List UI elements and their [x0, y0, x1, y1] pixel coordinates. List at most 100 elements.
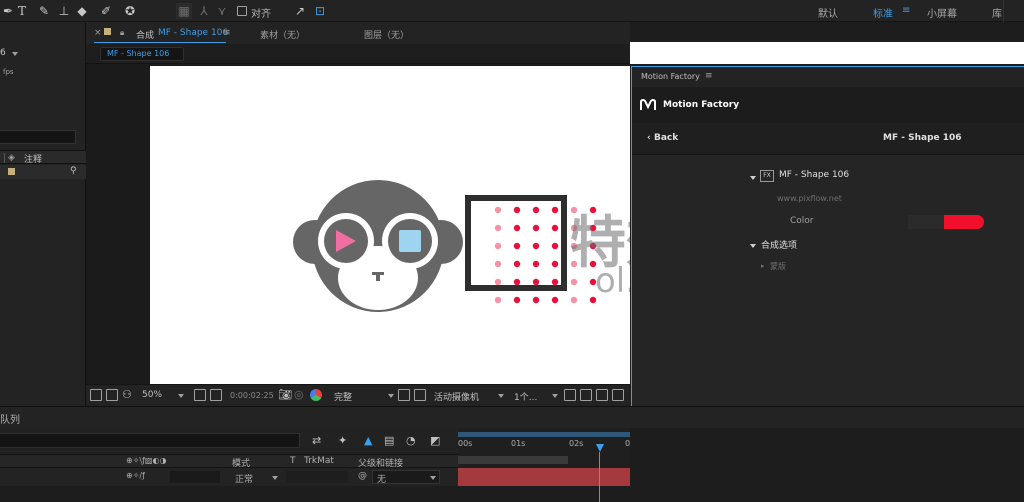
- region-of-interest-icon[interactable]: [398, 389, 410, 401]
- snap-options-icon[interactable]: ⊡: [312, 3, 328, 19]
- workspace-library[interactable]: 库: [992, 5, 1002, 20]
- time-ruler[interactable]: 00s 01s 02s 0: [458, 428, 630, 502]
- chevron-down-icon[interactable]: [552, 394, 558, 398]
- grid-dot: [494, 224, 502, 232]
- world-axis-icon[interactable]: ⅄: [196, 3, 212, 19]
- frame-blending-icon[interactable]: ▤: [384, 434, 394, 447]
- chevron-down-icon[interactable]: [272, 476, 278, 480]
- t-column[interactable]: T: [290, 456, 296, 466]
- panel-menu-icon[interactable]: ≡: [223, 28, 231, 38]
- layer-mode-select[interactable]: 正常: [235, 472, 253, 485]
- draft-3d-icon[interactable]: ✦: [338, 434, 347, 447]
- crop-icon[interactable]: [210, 389, 222, 401]
- monitor-icon[interactable]: [106, 389, 118, 401]
- layer-tab[interactable]: 图层（无）: [364, 28, 409, 41]
- chevron-down-icon[interactable]: [498, 394, 504, 398]
- fast-previews-icon[interactable]: [580, 389, 592, 401]
- sub-option[interactable]: 蒙版: [770, 261, 786, 272]
- layer-switch-boxes[interactable]: [170, 471, 220, 483]
- compositing-options[interactable]: 合成选项: [761, 238, 797, 251]
- timeline-icon[interactable]: [596, 389, 608, 401]
- graph-editor-icon[interactable]: ◩: [430, 434, 440, 447]
- show-snapshot-icon[interactable]: ◎: [294, 388, 304, 401]
- timeline-search-input[interactable]: [0, 433, 300, 448]
- camera-snapshot-icon[interactable]: 📷︎: [278, 388, 292, 401]
- chevron-down-icon[interactable]: [430, 476, 436, 480]
- camera-select[interactable]: 活动摄像机: [434, 390, 479, 403]
- trkmat-select[interactable]: [286, 471, 348, 483]
- back-chevron-icon[interactable]: ‹: [647, 133, 651, 143]
- mf-tab-bar: Motion Factory ≡: [632, 67, 1024, 87]
- grid-dot: [494, 206, 502, 214]
- vr-goggles-icon[interactable]: ⚇: [122, 388, 132, 401]
- comp-tab-name[interactable]: MF - Shape 106: [158, 28, 228, 38]
- puppet-pin-icon[interactable]: ✪: [122, 3, 138, 19]
- layer-duration-bar[interactable]: [458, 468, 630, 486]
- workspace-standard[interactable]: 标准: [873, 5, 893, 20]
- panel-menu-icon[interactable]: ≡: [705, 71, 713, 81]
- watermark-url: ol.com: [595, 261, 630, 301]
- text-tool-icon[interactable]: T: [14, 3, 30, 19]
- ruler-tick-2: 02s: [569, 439, 584, 448]
- playhead-icon[interactable]: [596, 444, 604, 452]
- layer-switches-icons[interactable]: ⊕✧/ƒ: [126, 471, 145, 480]
- lock-icon[interactable]: 🔒︎: [120, 28, 124, 38]
- views-select[interactable]: 1个...: [514, 390, 537, 403]
- comp-mini-flowchart-icon[interactable]: ⇄: [312, 434, 321, 447]
- collapsed-chevron-icon[interactable]: ▸: [761, 262, 765, 270]
- composition-viewer[interactable]: 特效 ol.com: [86, 64, 630, 384]
- composition-flowchart-icon[interactable]: ⚲: [70, 166, 77, 176]
- project-search-input[interactable]: [0, 130, 76, 144]
- footage-tab[interactable]: 素材（无）: [260, 28, 305, 41]
- comp-breadcrumb[interactable]: MF - Shape 106: [100, 47, 184, 61]
- always-preview-icon[interactable]: [90, 389, 102, 401]
- channels-icon[interactable]: [310, 389, 322, 401]
- chevron-down-icon[interactable]: [388, 394, 394, 398]
- grid-dot: [513, 242, 521, 250]
- workspace-small-screen[interactable]: 小屏幕: [927, 5, 957, 20]
- composition-canvas[interactable]: 特效 ol.com: [150, 66, 630, 384]
- grid-dot: [494, 296, 502, 304]
- resolution-select[interactable]: 完整: [334, 390, 352, 403]
- transparency-grid-icon[interactable]: [414, 389, 426, 401]
- trkmat-column[interactable]: TrkMat: [304, 456, 334, 466]
- motion-factory-logo-icon: [640, 99, 656, 110]
- timeline-tab[interactable]: 队列: [0, 411, 20, 426]
- grid-dot: [513, 278, 521, 286]
- layer-row[interactable]: ⊕✧/ƒ 正常 @ 无: [0, 468, 458, 486]
- expand-chevron-icon[interactable]: [750, 244, 756, 248]
- chevron-down-icon[interactable]: [178, 394, 184, 398]
- close-tab-icon[interactable]: ×: [94, 28, 102, 38]
- back-button[interactable]: Back: [654, 133, 678, 143]
- flowchart-icon[interactable]: [612, 389, 624, 401]
- expand-chevron-icon[interactable]: [750, 176, 756, 180]
- local-axis-icon[interactable]: ▦: [176, 3, 192, 19]
- motion-blur-icon[interactable]: ◔: [406, 434, 416, 447]
- fit-icon[interactable]: [194, 389, 206, 401]
- snap-icon[interactable]: ↗: [292, 3, 308, 19]
- clone-stamp-icon[interactable]: ⊥: [56, 3, 72, 19]
- shy-layers-icon[interactable]: ▲: [364, 434, 372, 447]
- align-checkbox[interactable]: [237, 6, 247, 16]
- comment-column[interactable]: 注释: [24, 152, 42, 165]
- zoom-select[interactable]: 50%: [142, 390, 162, 400]
- comp-tab-prefix[interactable]: 合成: [136, 28, 154, 41]
- zoom-slider[interactable]: [458, 456, 568, 464]
- project-item-row[interactable]: ⚲: [0, 165, 86, 179]
- current-timecode[interactable]: 0:00:02:25: [230, 391, 274, 400]
- pickwhip-icon[interactable]: @: [358, 471, 367, 481]
- workspace-menu-icon[interactable]: ≡: [902, 5, 910, 16]
- grid-dot: [532, 242, 540, 250]
- website-link[interactable]: www.pixflow.net: [777, 194, 842, 203]
- fx-item-name[interactable]: MF - Shape 106: [779, 170, 849, 180]
- color-swatch[interactable]: [944, 215, 984, 229]
- eraser-tool-icon[interactable]: ◆: [74, 3, 90, 19]
- work-area-bar[interactable]: [458, 432, 630, 437]
- roto-brush-icon[interactable]: ✐: [98, 3, 114, 19]
- chevron-down-icon[interactable]: [12, 52, 18, 56]
- workspace-default[interactable]: 默认: [818, 5, 838, 20]
- view-axis-icon[interactable]: ⋎: [214, 3, 230, 19]
- toggle-pixel-aspect-icon[interactable]: [564, 389, 576, 401]
- brush-tool-icon[interactable]: ✎: [36, 3, 52, 19]
- mf-panel-title[interactable]: Motion Factory: [641, 72, 700, 81]
